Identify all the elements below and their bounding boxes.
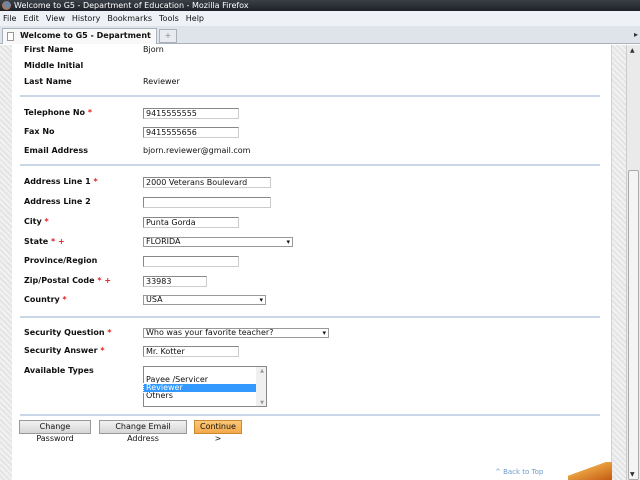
tab-bar: Welcome to G5 - Department of Edu... + ▸ [0,26,640,54]
middle-initial-label: Middle Initial [24,61,84,70]
state-select[interactable]: FLORIDA [143,237,293,247]
city-input[interactable]: Punta Gorda [143,217,239,228]
zip-input[interactable]: 33983 [143,276,207,287]
last-name-value: Reviewer [143,77,180,86]
window-title-bar: Welcome to G5 - Department of Education … [0,0,640,11]
option-others[interactable]: Others [144,392,266,400]
new-tab-button[interactable]: + [159,29,177,43]
security-answer-label: Security Answer * [24,346,105,355]
footer-decoration [568,462,612,480]
menu-file[interactable]: File [3,14,16,23]
divider [20,316,600,318]
first-name-label: First Name [24,45,74,54]
back-to-top-link[interactable]: ^ Back to Top [495,468,543,476]
change-password-button[interactable]: Change Password [19,420,91,443]
address1-input[interactable]: 2000 Veterans Boulevard [143,177,271,188]
divider [20,164,600,166]
city-label: City * [24,217,49,226]
menu-edit[interactable]: Edit [23,14,39,23]
address1-label: Address Line 1 * [24,177,98,186]
state-label: State * + [24,237,65,246]
zip-label: Zip/Postal Code * + [24,276,112,285]
change-email-button[interactable]: Change Email Address [99,420,187,443]
available-types-label: Available Types [24,366,94,375]
firefox-icon [2,1,11,10]
available-types-listbox[interactable]: Payee /Servicer Reviewer Others ▲ ▼ [143,366,267,407]
menu-view[interactable]: View [46,14,65,23]
country-label: Country * [24,295,67,304]
menu-bar: File Edit View History Bookmarks Tools H… [0,11,640,26]
country-select[interactable]: USA [143,295,266,305]
vertical-scrollbar[interactable]: ▲ ▼ [626,45,640,480]
menu-tools[interactable]: Tools [159,14,179,23]
divider [20,414,600,416]
continue-button[interactable]: Continue > [194,420,242,443]
menu-help[interactable]: Help [186,14,204,23]
last-name-label: Last Name [24,77,72,86]
telephone-input[interactable]: 9415555555 [143,108,239,119]
menu-history[interactable]: History [72,14,100,23]
address2-input[interactable] [143,197,271,208]
security-answer-input[interactable]: Mr. Kotter [143,346,239,357]
email-label: Email Address [24,146,89,155]
province-label: Province/Region [24,256,98,265]
left-margin [0,45,12,480]
divider [20,95,600,97]
email-value: bjorn.reviewer@gmail.com [143,146,251,155]
tab-list-icon[interactable]: ▸ [634,30,638,39]
security-question-label: Security Question * [24,328,112,337]
page-icon [7,32,14,41]
scrollbar-thumb[interactable] [628,170,639,480]
security-question-select[interactable]: Who was your favorite teacher? [143,328,329,338]
listbox-scrollbar[interactable]: ▲ ▼ [256,367,266,406]
fax-input[interactable]: 9415555656 [143,127,239,138]
fax-label: Fax No [24,127,55,136]
telephone-label: Telephone No * [24,108,92,117]
menu-bookmarks[interactable]: Bookmarks [107,14,152,23]
right-margin [612,45,626,480]
province-input[interactable] [143,256,239,267]
window-title: Welcome to G5 - Department of Education … [14,1,249,10]
address2-label: Address Line 2 [24,197,91,206]
tab-active[interactable]: Welcome to G5 - Department of Edu... [2,28,157,54]
first-name-value: Bjorn [143,45,164,54]
